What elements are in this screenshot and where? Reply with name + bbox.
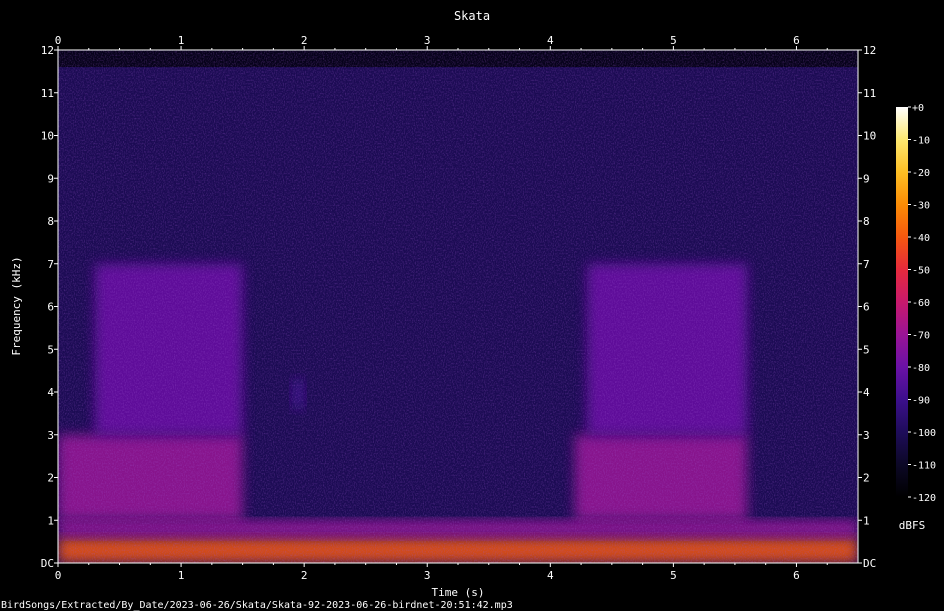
y-tick-label: DC [41,557,54,570]
colorbar-tick-label: -110 [912,461,936,472]
file-path-caption: BirdSongs/Extracted/By_Date/2023-06-26/S… [1,600,513,611]
y-tick-label: 2 [47,472,54,485]
colorbar-label: dBFS [899,519,926,532]
y-tick-label-right: 12 [863,44,876,57]
colorbar-tick-label: -120 [912,493,936,504]
y-tick-label-right: 11 [863,87,876,100]
colorbar-tick-label: -50 [912,266,930,277]
x-tick-label-top: 6 [793,34,800,47]
y-tick-label-right: 4 [863,386,870,399]
y-tick-label-right: 8 [863,215,870,228]
x-tick-label: 5 [670,569,677,582]
colorbar-gradient [896,107,908,497]
colorbar-tick-label: -80 [912,363,930,374]
x-tick-label: 0 [55,569,62,582]
x-tick-label-top: 2 [301,34,308,47]
colorbar-ticks: +0 -10 -20 -30 -40 -50 -60 -70 -80 -90 -100 -110 -12… [908,103,936,504]
y-tick-label-right: 3 [863,429,870,442]
colorbar-tick-label: -40 [912,233,930,244]
x-tick-label: 3 [424,569,431,582]
colorbar-tick-label: -10 [912,136,930,147]
x-axis-label: Time (s) [432,586,485,599]
colorbar-tick-label: -20 [912,168,930,179]
y-tick-label-right: 10 [863,130,876,143]
colorbar-tick-label: -100 [912,428,936,439]
y-tick-label-right: 7 [863,258,870,271]
y-tick-label: 6 [47,301,54,314]
y-tick-label: 3 [47,429,54,442]
y-tick-label: 5 [47,343,54,356]
colorbar-tick-label: -60 [912,298,930,309]
y-tick-label-right: 2 [863,472,870,485]
spectrogram-noise [58,50,858,563]
y-tick-label-right: 5 [863,343,870,356]
colorbar-tick-label: -70 [912,331,930,342]
y-tick-label: 1 [47,514,54,527]
x-tick-label: 6 [793,569,800,582]
y-tick-label: 9 [47,172,54,185]
colorbar-tick-label: +0 [912,103,924,114]
spectrogram-chart: Skata 00112233445566 DC DC1 12 23 34 45 56 67 78… [1,9,936,611]
y-tick-label-right: 1 [863,514,870,527]
x-tick-label: 1 [178,569,185,582]
y-tick-label-right: 6 [863,301,870,314]
colorbar-tick-label: -90 [912,396,930,407]
x-tick-label-top: 5 [670,34,677,47]
y-tick-label: 12 [41,44,54,57]
y-axis-label: Frequency (kHz) [10,256,23,355]
x-tick-label-top: 1 [178,34,185,47]
y-tick-label: 11 [41,87,54,100]
colorbar: +0 -10 -20 -30 -40 -50 -60 -70 -80 -90 -100 -110 -12… [896,103,936,532]
y-tick-label: 8 [47,215,54,228]
y-tick-label-right: 9 [863,172,870,185]
x-tick-label: 2 [301,569,308,582]
y-tick-label: 10 [41,130,54,143]
x-tick-label: 4 [547,569,554,582]
y-tick-label: 4 [47,386,54,399]
x-tick-label-top: 4 [547,34,554,47]
x-tick-label-top: 0 [55,34,62,47]
plot-area [58,50,858,563]
y-tick-label-right: DC [863,557,876,570]
chart-title: Skata [454,9,490,23]
x-tick-label-top: 3 [424,34,431,47]
y-tick-label: 7 [47,258,54,271]
colorbar-tick-label: -30 [912,201,930,212]
